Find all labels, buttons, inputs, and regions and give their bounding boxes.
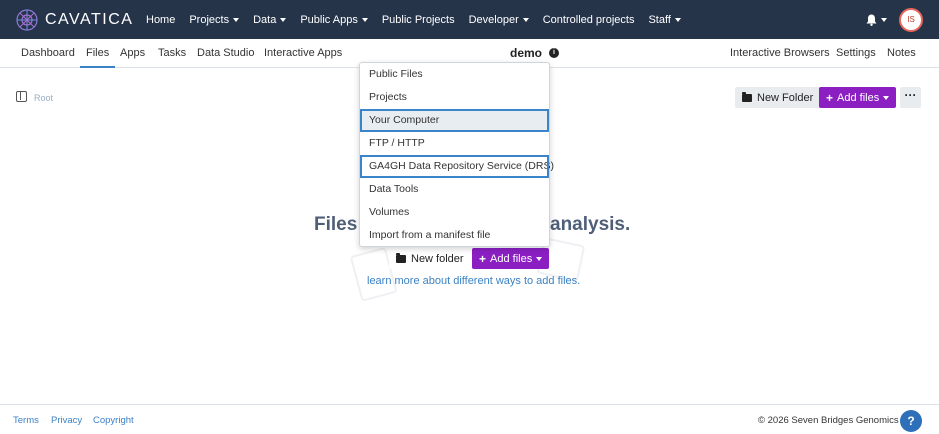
empty-state-heading-end: analysis. [550, 214, 631, 235]
menu-item-data-tools[interactable]: Data Tools [360, 178, 549, 201]
footer-copyright-link[interactable]: Copyright [93, 415, 134, 426]
menu-item-import-manifest[interactable]: Import from a manifest file [360, 224, 549, 247]
tab-files[interactable]: Files [80, 39, 116, 68]
topnav-item-data[interactable]: Data [253, 13, 287, 26]
chevron-down-icon [883, 95, 890, 100]
topnav-item-developer[interactable]: Developer [469, 14, 529, 26]
topnav-item-label: Home [146, 13, 176, 26]
empty-state-heading: Files [314, 214, 358, 235]
chevron-down-icon [280, 17, 287, 22]
bell-icon [866, 14, 877, 26]
chevron-down-icon [536, 256, 543, 261]
notifications-button[interactable] [866, 14, 887, 26]
menu-item-volumes[interactable]: Volumes [360, 201, 549, 224]
topnav-item-projects[interactable]: Projects [189, 13, 240, 26]
copyright-text: © 2026 Seven Bridges Genomics [758, 415, 899, 426]
topnav-item-home[interactable]: Home [146, 14, 175, 26]
plus-icon: + [826, 90, 834, 105]
topnav-item-public-projects[interactable]: Public Projects [382, 14, 455, 26]
toggle-panel-icon[interactable] [16, 91, 27, 102]
topnav-item-label: Public Projects [381, 13, 455, 26]
menu-item-public-files[interactable]: Public Files [360, 63, 549, 86]
add-files-dropdown: Public Files Projects Your Computer FTP … [359, 62, 554, 247]
chevron-down-icon [361, 17, 368, 22]
add-files-button[interactable]: + Add files [819, 87, 897, 108]
new-folder-label: New Folder [757, 91, 814, 104]
tab-data-studio[interactable]: Data Studio [197, 39, 254, 68]
learn-more-link[interactable]: learn more about different ways to add f… [367, 275, 580, 287]
help-button[interactable]: ? [900, 410, 922, 432]
add-files-label: Add files [837, 91, 880, 104]
tab-interactive-apps[interactable]: Interactive Apps [264, 39, 342, 68]
cavatica-logo[interactable]: CAVATICA [14, 7, 136, 33]
topnav-item-label: Developer [468, 13, 519, 26]
plus-icon: + [479, 251, 487, 266]
top-navbar: CAVATICA Home Projects Data Public Apps Publ… [0, 0, 939, 39]
breadcrumb-root[interactable]: Root [34, 93, 53, 103]
more-options-button[interactable]: ··· [900, 87, 921, 108]
menu-item-drs[interactable]: GA4GH Data Repository Service (DRS) [360, 155, 554, 178]
menu-item-ftp-http[interactable]: FTP / HTTP [360, 132, 549, 155]
folder-icon [742, 91, 752, 102]
chevron-down-icon [522, 17, 529, 22]
topnav-item-label: Data [253, 13, 277, 26]
empty-new-folder-button[interactable]: New folder [389, 248, 471, 269]
empty-add-files-label: Add files [490, 252, 533, 265]
topnav-item-controlled-projects[interactable]: Controlled projects [543, 14, 635, 26]
folder-icon [396, 252, 406, 263]
tab-apps[interactable]: Apps [120, 39, 145, 68]
new-folder-button[interactable]: New Folder [735, 87, 821, 108]
topnav-item-label: Staff [648, 13, 671, 26]
chevron-down-icon [674, 17, 681, 22]
menu-item-projects[interactable]: Projects [360, 86, 549, 109]
topnav-item-label: Projects [189, 13, 230, 26]
info-icon[interactable]: i [549, 48, 559, 58]
empty-add-files-button[interactable]: + Add files [472, 248, 550, 269]
footer-terms-link[interactable]: Terms [13, 415, 39, 426]
topnav-item-staff[interactable]: Staff [648, 13, 681, 26]
topnav-item-public-apps[interactable]: Public Apps [300, 13, 368, 26]
tab-notes[interactable]: Notes [887, 39, 916, 68]
tab-interactive-browsers[interactable]: Interactive Browsers [730, 39, 830, 68]
tab-dashboard[interactable]: Dashboard [21, 39, 75, 68]
topnav-item-label: Public Apps [300, 13, 358, 26]
menu-item-your-computer[interactable]: Your Computer [360, 109, 549, 132]
topnav-item-label: Controlled projects [542, 13, 635, 26]
tab-settings[interactable]: Settings [836, 39, 876, 68]
empty-new-folder-label: New folder [411, 252, 464, 265]
brand-name: CAVATICA [45, 10, 134, 28]
logo-icon [16, 8, 38, 31]
footer-privacy-link[interactable]: Privacy [51, 415, 82, 426]
tab-tasks[interactable]: Tasks [158, 39, 186, 68]
chevron-down-icon [881, 17, 887, 22]
chevron-down-icon [233, 17, 240, 22]
user-avatar[interactable]: IS [899, 7, 923, 32]
footer: Terms Privacy Copyright © 2026 Seven Bri… [0, 404, 939, 434]
